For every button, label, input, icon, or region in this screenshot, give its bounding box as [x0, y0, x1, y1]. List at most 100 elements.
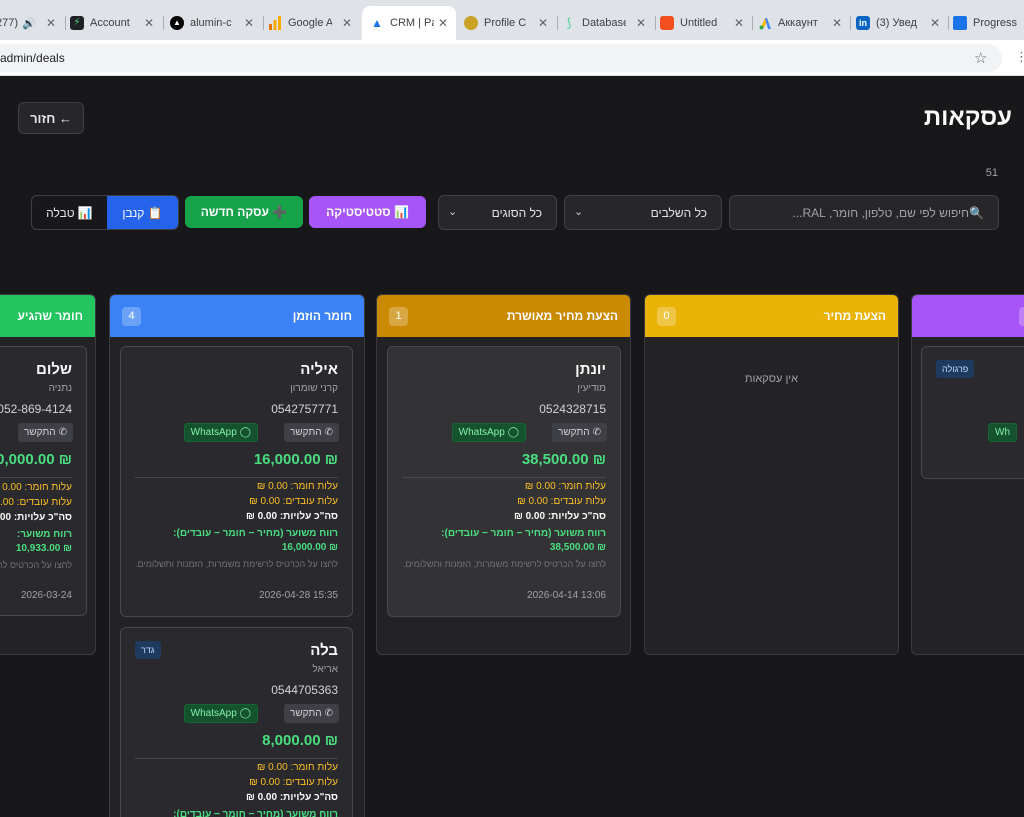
total-cost: סה"כ עלויות: 0.00 ₪: [245, 511, 338, 522]
close-icon[interactable]: ✕: [930, 16, 940, 30]
new-deal-button[interactable]: ➕ עסקה חדשה: [185, 196, 303, 228]
fleet-icon: ⚡: [70, 16, 84, 30]
back-button[interactable]: ← חזור: [18, 102, 84, 134]
close-icon[interactable]: ✕: [538, 16, 548, 30]
browser-tab[interactable]: 277) 🔊 ✕: [0, 8, 64, 38]
customer-city: אריאל: [312, 664, 338, 675]
call-button[interactable]: ✆ התקשר: [284, 423, 339, 442]
url-field[interactable]: admin/deals: [0, 44, 1002, 72]
close-icon[interactable]: ✕: [832, 16, 842, 30]
close-icon[interactable]: ✕: [244, 16, 254, 30]
customer-city: מודיעין: [577, 383, 606, 394]
whatsapp-button[interactable]: ◯ WhatsApp: [451, 423, 526, 442]
bookmark-star-icon[interactable]: ☆: [974, 49, 987, 67]
card-hint: לחצו על הכרטיס לרשימת משמרות, הזמנות ותש…: [134, 559, 338, 569]
browser-menu-icon[interactable]: ⋮: [1015, 49, 1024, 65]
customer-city: קרני שומרון: [290, 383, 338, 394]
type-filter-select[interactable]: כל הסוגים ⌄: [438, 195, 557, 230]
deal-card[interactable]: יונתן מודיעין 0524328715 ✆ התקשר ◯ WhatsAp…: [387, 346, 621, 617]
whatsapp-label: WhatsApp: [190, 708, 237, 719]
deals-count: 51: [985, 167, 998, 179]
column-header: הצעת מחיר מאושרת 1: [377, 295, 630, 337]
browser-tab[interactable]: Google A ✕: [268, 8, 360, 38]
column-header: חומר הוזמן 4: [110, 295, 364, 337]
total-cost: סה"כ עלויות: 0.00 ₪: [245, 792, 338, 803]
whatsapp-button[interactable]: ◯ WhatsApp: [183, 423, 258, 442]
speaker-icon[interactable]: 🔊: [22, 17, 36, 30]
card-date: 2026-04-28 15:35: [259, 590, 338, 601]
column-title: הצעת מחיר: [823, 309, 886, 323]
profit-label: רווח משוער (מחיר − חומר − עובדים):: [441, 528, 606, 539]
whatsapp-icon: ◯: [239, 427, 251, 438]
close-icon[interactable]: ✕: [438, 16, 448, 30]
browser-tab[interactable]: ⟆ Database ✕: [562, 8, 654, 38]
column-title: חומר הוזמן: [292, 309, 352, 323]
profile-icon: [464, 16, 478, 30]
database-icon: ⟆: [566, 16, 572, 30]
call-label: התקשר: [290, 427, 322, 438]
card-hint: לחצו על הכרטיס לרשימת משמרות, הזמנות ותש…: [0, 560, 72, 570]
browser-tab[interactable]: Profile C ✕: [464, 8, 556, 38]
deal-price: ₪ 16,000.00: [253, 451, 338, 468]
column-title: חומר שהגיע: [17, 309, 83, 323]
product-tag: גדר: [135, 641, 161, 659]
call-label: התקשר: [24, 427, 56, 438]
ads-icon: [758, 16, 772, 30]
total-cost: סה"כ עלויות: 0.00 ₪: [0, 512, 72, 523]
vercel-icon: ▲: [170, 16, 184, 30]
column-material-arrived: חומר שהגיע שלום נתניה 052-869-4124 ✆ התקש…: [0, 294, 96, 655]
profit-value: ₪ 38,500.00: [549, 542, 606, 553]
browser-tab[interactable]: Progress: [953, 8, 1024, 38]
tab-title: CRM | Pa: [390, 17, 434, 29]
close-icon[interactable]: ✕: [144, 16, 154, 30]
tab-title: alumin-c: [190, 17, 232, 29]
kanban-view-button[interactable]: 📋 קנבן: [106, 196, 178, 229]
whatsapp-label: WhatsApp: [190, 427, 237, 438]
call-button[interactable]: ✆ התקשר: [284, 704, 339, 723]
card-date: 2026-04-14 13:06: [527, 590, 606, 601]
column-header: 1: [912, 295, 1024, 337]
customer-phone: 0544705363: [271, 683, 338, 697]
call-button[interactable]: ✆ התקשר: [552, 423, 607, 442]
statistics-button[interactable]: 📊 סטטיסטיקה: [309, 196, 426, 228]
table-view-button[interactable]: 📊 טבלה: [32, 196, 107, 229]
close-icon[interactable]: ✕: [342, 16, 352, 30]
deal-card[interactable]: בלה גדר אריאל 0544705363 ✆ התקשר ◯ WhatsAp…: [120, 627, 353, 817]
deal-card[interactable]: שלום נתניה 052-869-4124 ✆התקשר ₪ 10,000.…: [0, 346, 87, 616]
close-icon[interactable]: ✕: [636, 16, 646, 30]
tab-title: Progress: [973, 17, 1017, 29]
tab-title: Database: [582, 17, 626, 29]
chevron-down-icon: ⌄: [448, 206, 458, 218]
deal-card[interactable]: איליה קרני שומרון 0542757771 ✆ התקשר ◯ Wha…: [120, 346, 353, 617]
search-input[interactable]: 🔍חיפוש לפי שם, טלפון, חומר, RAL...: [729, 195, 999, 230]
browser-tab-strip: 277) 🔊 ✕ ⚡ Account ✕ ▲ alumin-c ✕ Google…: [0, 0, 1024, 40]
browser-tab[interactable]: Аккаунт ✕: [758, 8, 850, 38]
deal-price: ₪ 10,000.00: [0, 451, 72, 468]
browser-tab[interactable]: ⚡ Account ✕: [70, 8, 162, 38]
customer-phone: 0524328715: [539, 402, 606, 416]
progress-icon: [953, 16, 967, 30]
deal-price: ₪ 8,000.00: [262, 732, 338, 749]
browser-tab[interactable]: in (3) Увед ✕: [856, 8, 948, 38]
browser-tab[interactable]: Untitled ✕: [660, 8, 752, 38]
column-price-quote: הצעת מחיר 0 אין עסקאות: [644, 294, 899, 655]
call-label: התקשר: [290, 708, 322, 719]
close-icon[interactable]: ✕: [734, 16, 744, 30]
material-cost: עלות חומר: 0.00 ₪: [256, 481, 338, 492]
kanban-board: חומר שהגיע שלום נתניה 052-869-4124 ✆ התקש…: [0, 294, 1024, 817]
tab-title: Profile C: [484, 17, 527, 29]
whatsapp-button[interactable]: ◯ WhatsApp: [183, 704, 258, 723]
phone-icon: ✆: [58, 427, 67, 438]
browser-tab[interactable]: ▲ alumin-c ✕: [170, 8, 262, 38]
stage-filter-select[interactable]: כל השלבים ⌄: [564, 195, 722, 230]
whatsapp-button[interactable]: Wh: [988, 423, 1017, 442]
page-title: עסקאות: [923, 104, 1012, 131]
stage-filter-value: כל השלבים: [650, 205, 707, 220]
call-button[interactable]: ✆ התקשר: [18, 423, 73, 442]
close-icon[interactable]: ✕: [46, 16, 56, 30]
browser-tab-active[interactable]: ▲ CRM | Pa ✕: [362, 6, 456, 40]
product-tag: פרגולה: [936, 360, 975, 378]
deal-card[interactable]: פרגולה Wh: [921, 346, 1024, 479]
phone-icon: ✆: [592, 427, 601, 438]
customer-name: איליה: [300, 361, 338, 378]
